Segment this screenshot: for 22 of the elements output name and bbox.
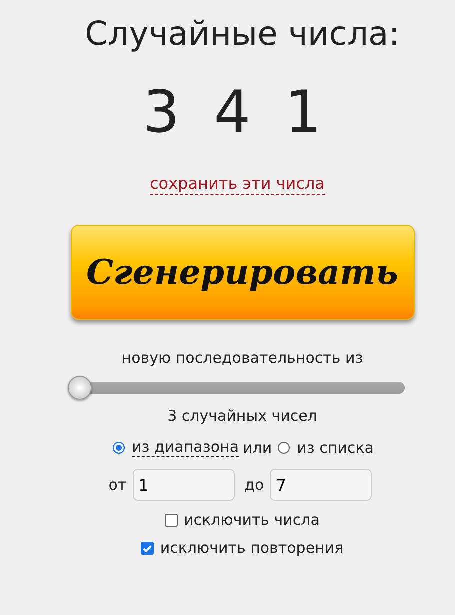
radio-button[interactable] bbox=[113, 442, 126, 454]
to-field[interactable]: 7 bbox=[270, 469, 372, 501]
count-label: 3 случайных чисел bbox=[168, 406, 318, 426]
from-label: от bbox=[108, 476, 127, 494]
checkbox-label[interactable]: исключить повторения bbox=[160, 539, 344, 557]
generate-button[interactable]: Сгенерировать bbox=[70, 225, 414, 320]
random-number: 3 bbox=[143, 77, 180, 148]
save-link[interactable]: сохранить эти числа bbox=[150, 174, 325, 195]
page-title: Случайные числа: bbox=[85, 13, 400, 55]
or-text: или bbox=[243, 438, 272, 456]
random-number: 1 bbox=[284, 77, 322, 148]
radio-label[interactable]: из диапазона bbox=[132, 438, 240, 457]
checkbox[interactable] bbox=[165, 514, 178, 526]
to-label: до bbox=[244, 476, 264, 494]
radio-button[interactable] bbox=[278, 442, 290, 454]
radio-label[interactable]: из списка bbox=[297, 438, 374, 456]
random-number: 4 bbox=[214, 77, 251, 148]
from-field[interactable]: 1 bbox=[132, 469, 235, 501]
checkbox-label[interactable]: исключить числа bbox=[184, 511, 320, 529]
sequence-label: новую последовательность из bbox=[122, 348, 364, 368]
slider-thumb[interactable] bbox=[68, 376, 92, 400]
checkbox[interactable] bbox=[141, 542, 154, 554]
